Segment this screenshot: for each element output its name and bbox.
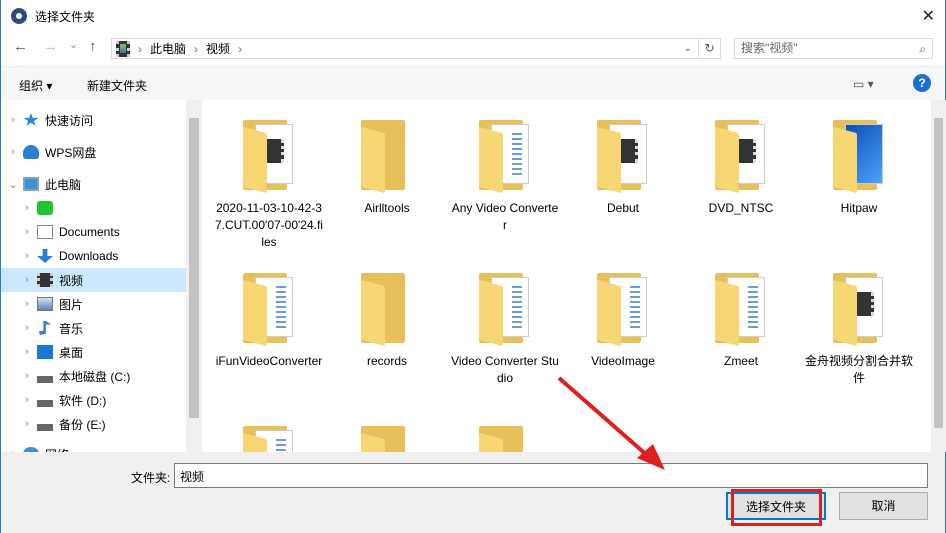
dialog-window: 选择文件夹 ✕ ← → ⌄ ↑ › 此电脑 › 视频 › ⌄ ↻ 搜索"视频" ⌕… (0, 0, 946, 533)
annotation-arrow (557, 376, 665, 470)
